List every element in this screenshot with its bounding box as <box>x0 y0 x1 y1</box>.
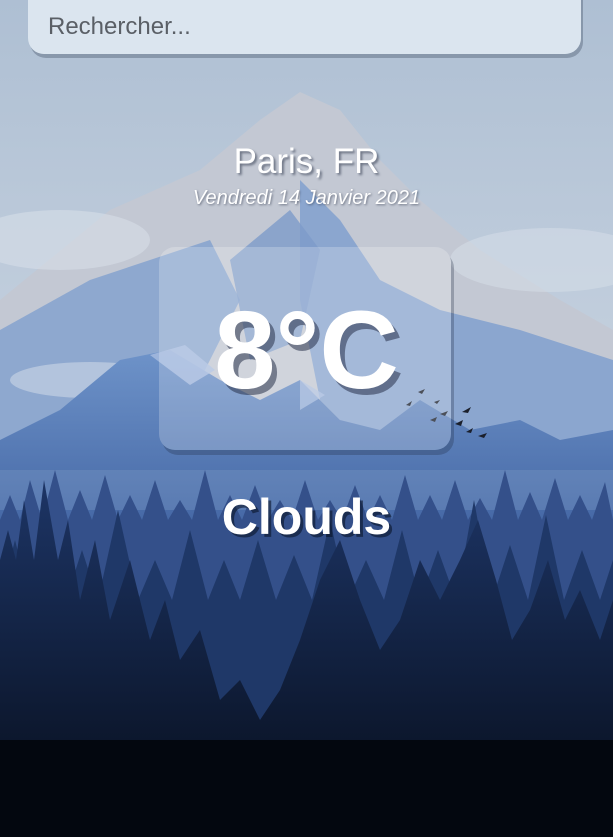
weather-app: Paris, FR Vendredi 14 Janvier 2021 8°C C… <box>0 0 613 837</box>
weather-condition: Clouds <box>221 489 392 545</box>
temperature-value: 8°C <box>214 289 399 412</box>
location-label: Paris, FR <box>233 142 380 181</box>
search-input[interactable] <box>28 0 581 54</box>
search-box[interactable] <box>28 0 581 54</box>
date-label: Vendredi 14 Janvier 2021 <box>192 187 421 209</box>
